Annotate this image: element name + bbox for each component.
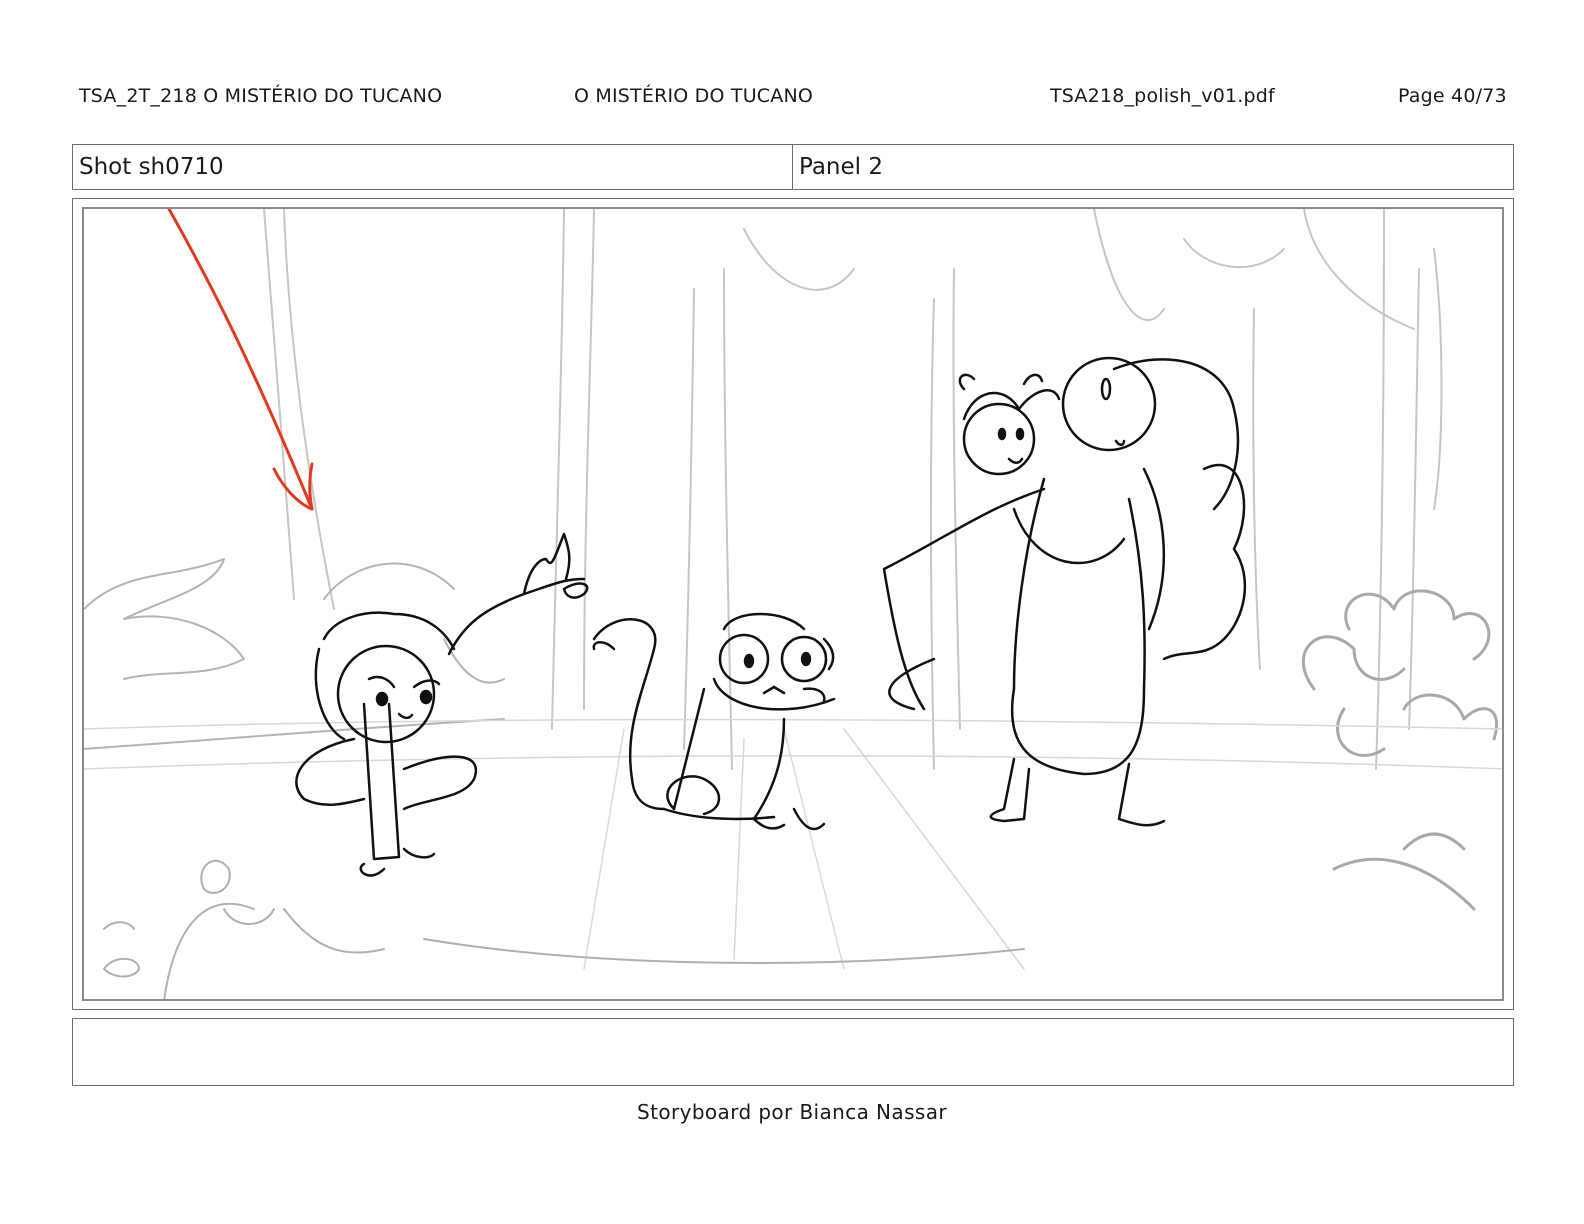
right-bush xyxy=(1301,589,1499,911)
panel-label: Panel 2 xyxy=(799,154,883,180)
background-trees xyxy=(263,209,1443,770)
shot-label: Shot sh0710 xyxy=(73,145,793,189)
character-crouching xyxy=(295,532,589,877)
ground-lines xyxy=(84,718,1502,970)
camera-direction-arrow xyxy=(167,209,314,511)
header-project: TSA_2T_218 O MISTÉRIO DO TUCANO xyxy=(79,85,443,107)
character-monkey xyxy=(592,612,836,831)
foreground-plants xyxy=(103,859,1025,999)
header-title: O MISTÉRIO DO TUCANO xyxy=(574,85,814,107)
shot-info-row: Shot sh0710 Panel 2 xyxy=(72,144,1514,190)
header-page-number: Page 40/73 xyxy=(1398,85,1507,107)
panel-notes-box xyxy=(72,1018,1514,1086)
character-large-creature xyxy=(882,356,1247,827)
storyboard-panel-image xyxy=(82,207,1504,1001)
header-filename: TSA218_polish_v01.pdf xyxy=(1050,85,1275,107)
storyboard-credit: Storyboard por Bianca Nassar xyxy=(636,1100,947,1124)
storyboard-panel-frame xyxy=(72,198,1514,1010)
